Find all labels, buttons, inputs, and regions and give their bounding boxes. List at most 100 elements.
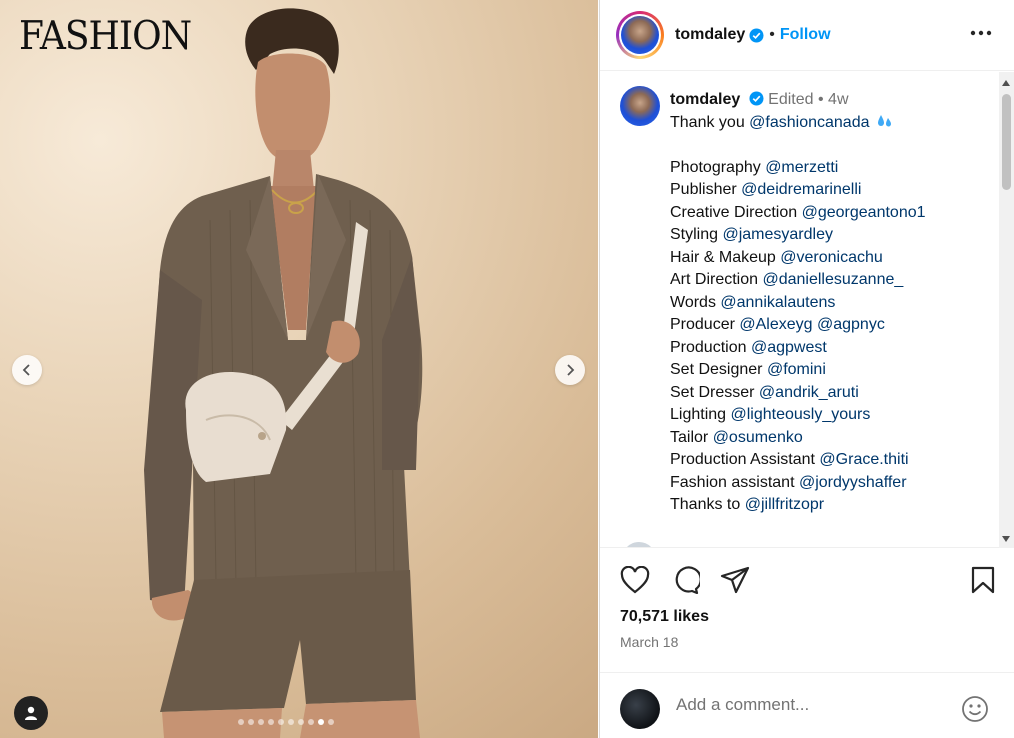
carousel-dot: [258, 719, 264, 725]
verified-badge-icon: [749, 91, 764, 106]
bookmark-icon[interactable]: [970, 566, 996, 594]
post-date[interactable]: March 18: [620, 634, 678, 650]
credit-mention-link[interactable]: @lighteously_yours: [731, 406, 871, 423]
credits-list: Photography @merzetti Publisher @deidrema…: [670, 157, 990, 517]
more-options-icon[interactable]: [970, 30, 992, 36]
edited-label: Edited: [768, 91, 814, 108]
current-user-avatar[interactable]: [620, 689, 660, 729]
credit-mention-link[interactable]: @daniellesuzanne_: [762, 271, 903, 288]
commenter-avatar[interactable]: [622, 542, 656, 547]
credit-role: Producer: [670, 316, 735, 333]
credit-mention-link[interactable]: @jamesyardley: [722, 226, 833, 243]
carousel-dot: [298, 719, 304, 725]
credit-role: Words: [670, 293, 716, 311]
credit-line: Styling @jamesyardley: [670, 224, 990, 247]
credit-mention-link[interactable]: @jordyyshaffer: [799, 474, 907, 491]
post-age[interactable]: 4w: [828, 91, 848, 108]
caption: tomdaley Edited • 4w Thank you @fashionc…: [670, 89, 990, 517]
credit-role: Thanks to: [670, 496, 741, 513]
credit-role: Publisher: [670, 181, 737, 198]
comment-icon[interactable]: [670, 566, 700, 594]
verified-badge-icon: [749, 27, 764, 43]
credit-mention-link[interactable]: @merzetti: [765, 159, 838, 176]
carousel-dot: [308, 719, 314, 725]
credit-role: Set Designer: [670, 361, 763, 378]
credit-line: Production Assistant @Grace.thiti: [670, 449, 990, 472]
chevron-left-icon: [22, 364, 30, 376]
scroll-down-arrow-icon[interactable]: [1002, 536, 1010, 542]
post-media[interactable]: FASHION: [0, 0, 598, 738]
credit-line: Creative Direction @georgeantono1: [670, 202, 990, 225]
comments-scrollbar[interactable]: [999, 72, 1014, 548]
credit-mention-link[interactable]: @osumenko: [713, 429, 803, 446]
credit-line: Tailor @osumenko: [670, 427, 990, 450]
carousel-dot: [318, 719, 324, 725]
credit-role: Lighting: [670, 406, 727, 423]
credit-mention-link[interactable]: @Grace.thiti: [819, 451, 908, 468]
credit-mention-link[interactable]: @veronicachu: [780, 249, 883, 266]
carousel-next-button[interactable]: [555, 355, 585, 385]
author-username[interactable]: tomdaley: [675, 26, 745, 44]
credit-line: Set Dresser @andrik_aruti: [670, 382, 990, 405]
credit-line: Lighting @lighteously_yours: [670, 404, 990, 427]
credit-mention-link[interactable]: @Alexeyg @agpnyc: [739, 316, 884, 333]
credit-mention-link[interactable]: @deidremarinelli: [741, 181, 861, 198]
credit-line: Photography @merzetti: [670, 157, 990, 180]
post-photo: [144, 8, 423, 738]
credit-mention-link[interactable]: @jillfritzopr: [745, 496, 824, 513]
credit-role: Fashion assistant: [670, 473, 795, 491]
carousel-prev-button[interactable]: [12, 355, 42, 385]
person-icon: [25, 706, 37, 720]
scroll-up-arrow-icon[interactable]: [1002, 80, 1010, 86]
credit-mention-link[interactable]: @agpwest: [751, 339, 827, 356]
likes-count[interactable]: 70,571 likes: [620, 608, 709, 626]
scrollbar-thumb[interactable]: [1002, 94, 1011, 190]
credit-role: Styling: [670, 226, 719, 243]
credit-mention-link[interactable]: @andrik_aruti: [759, 384, 859, 401]
follow-button[interactable]: Follow: [780, 26, 831, 44]
credit-line: Words @annikalautens: [670, 292, 990, 315]
post-actions: [600, 560, 1014, 604]
header-separator: •: [769, 26, 775, 43]
carousel-dot: [238, 719, 244, 725]
share-icon[interactable]: [720, 566, 750, 594]
heart-icon[interactable]: [620, 566, 650, 594]
mention-link[interactable]: @fashioncanada: [749, 114, 869, 131]
add-comment-bar: [600, 672, 1014, 738]
credit-role: Tailor: [670, 428, 709, 446]
chevron-right-icon: [567, 364, 575, 376]
carousel-dots: [238, 719, 334, 725]
credit-line: Hair & Makeup @veronicachu: [670, 247, 990, 270]
tagged-users-button[interactable]: [14, 696, 48, 730]
author-avatar[interactable]: [616, 11, 664, 59]
credit-mention-link[interactable]: @annikalautens: [720, 294, 835, 311]
credit-line: Set Designer @fomini: [670, 359, 990, 382]
credit-mention-link[interactable]: @georgeantono1: [802, 204, 926, 221]
post-side-panel: tomdaley • Follow tomdaley Edited • 4w T…: [599, 0, 1014, 738]
comment-input[interactable]: [676, 695, 936, 715]
carousel-dot: [248, 719, 254, 725]
thanks-text: Thank you: [670, 113, 745, 131]
droplets-emoji-icon: [877, 114, 891, 126]
credit-mention-link[interactable]: @fomini: [767, 361, 826, 378]
caption-separator: •: [817, 91, 824, 108]
comments-area[interactable]: tomdaley Edited • 4w Thank you @fashionc…: [600, 72, 1014, 548]
credit-line: Thanks to @jillfritzopr: [670, 494, 990, 517]
credit-role: Production: [670, 338, 747, 356]
credit-line: Producer @Alexeyg @agpnyc: [670, 314, 990, 337]
credit-role: Set Dresser: [670, 383, 755, 401]
post-header: tomdaley • Follow: [600, 0, 1014, 71]
credit-role: Production Assistant: [670, 451, 815, 468]
carousel-dot: [328, 719, 334, 725]
carousel-dot: [268, 719, 274, 725]
credit-role: Creative Direction: [670, 203, 798, 221]
carousel-dot: [278, 719, 284, 725]
caption-username[interactable]: tomdaley: [670, 91, 740, 108]
credit-line: Production @agpwest: [670, 337, 990, 360]
caption-author-avatar[interactable]: [620, 86, 660, 126]
credit-line: Fashion assistant @jordyyshaffer: [670, 472, 990, 495]
credit-line: Publisher @deidremarinelli: [670, 179, 990, 202]
credit-role: Art Direction: [670, 271, 759, 288]
carousel-dot: [288, 719, 294, 725]
emoji-icon[interactable]: [961, 695, 989, 723]
